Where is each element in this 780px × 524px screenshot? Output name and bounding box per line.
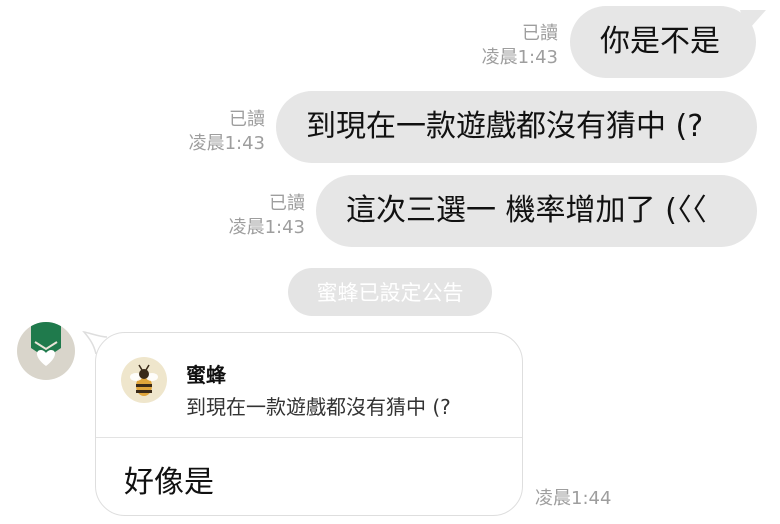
message-text: 到現在一款遊戲都沒有猜中 (?: [306, 109, 704, 144]
sent-message-bubble[interactable]: 到現在一款遊戲都沒有猜中 (?: [276, 91, 757, 163]
notice-text: 蜜蜂已設定公告: [316, 281, 464, 305]
message-text: 你是不是: [600, 24, 720, 59]
message-meta: 已讀 凌晨1:43: [470, 22, 558, 70]
message-timestamp: 凌晨1:44: [535, 488, 612, 509]
message-timestamp: 凌晨1:43: [481, 47, 558, 68]
bee-icon: [130, 364, 158, 396]
green-ribbon-heart-icon: [31, 322, 61, 366]
sent-message-bubble[interactable]: 你是不是: [570, 6, 766, 78]
quoted-user-name: 蜜蜂: [186, 363, 226, 387]
bubble-tail: [740, 10, 766, 32]
message-text: 這次三選一 機率增加了 (〈〈: [346, 193, 707, 228]
read-receipt: 已讀: [229, 109, 265, 130]
message-meta: 已讀 凌晨1:43: [214, 192, 305, 240]
divider: [96, 437, 522, 438]
reply-message-text: 好像是: [124, 465, 214, 500]
sender-avatar[interactable]: [17, 322, 75, 380]
chat-thread: 已讀 凌晨1:43 你是不是 已讀 凌晨1:43 到現在一款遊戲都沒有猜中 (?…: [0, 0, 780, 524]
sent-message-bubble[interactable]: 這次三選一 機率增加了 (〈〈: [316, 175, 757, 247]
quoted-user-avatar: [121, 357, 167, 403]
read-receipt: 已讀: [269, 193, 305, 214]
quoted-message-text: 到現在一款遊戲都沒有猜中 (?: [186, 395, 451, 419]
message-meta: 已讀 凌晨1:43: [175, 108, 265, 156]
announcement-notice[interactable]: 蜜蜂已設定公告: [288, 268, 492, 316]
message-timestamp: 凌晨1:43: [228, 217, 305, 238]
read-receipt: 已讀: [522, 23, 558, 44]
message-timestamp: 凌晨1:43: [188, 133, 265, 154]
reply-message-card[interactable]: 蜜蜂 到現在一款遊戲都沒有猜中 (? 好像是: [95, 332, 523, 516]
